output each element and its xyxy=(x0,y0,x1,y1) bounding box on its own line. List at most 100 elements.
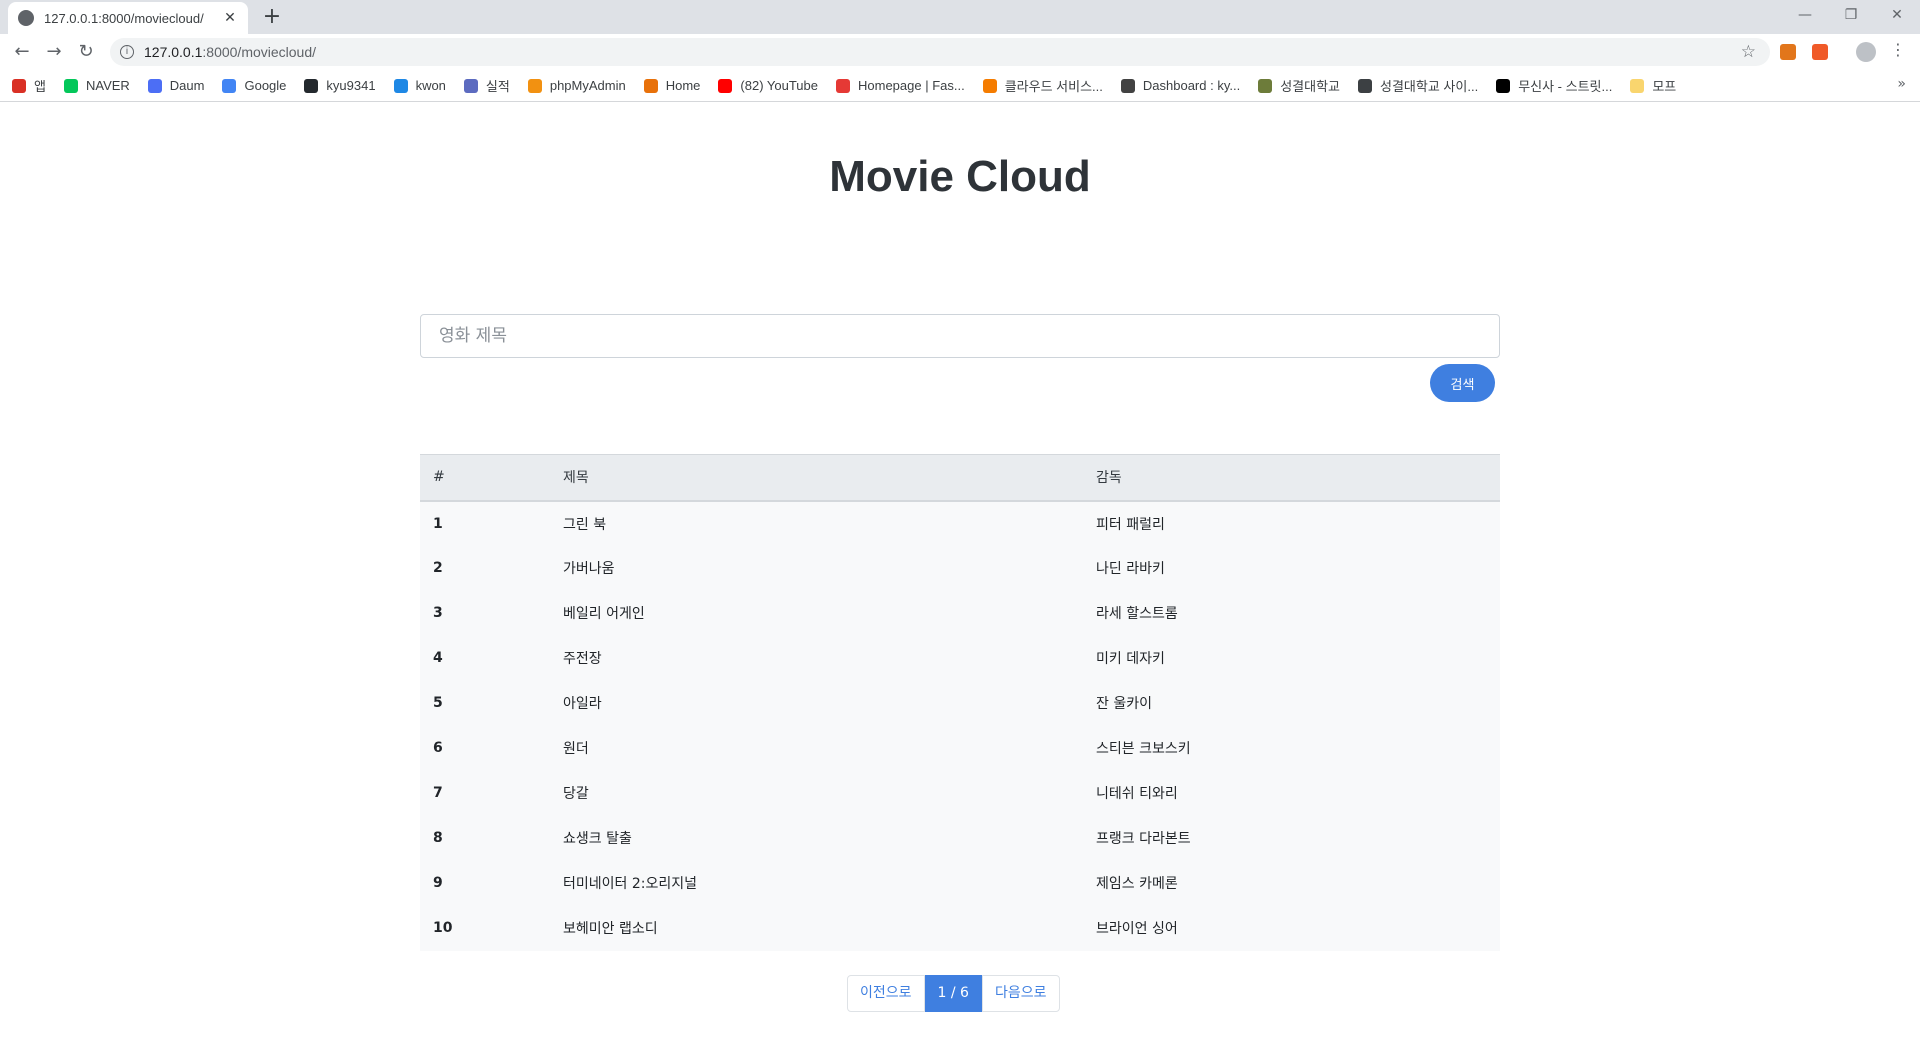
bookmark-label: 성결대학교 사이... xyxy=(1380,79,1479,94)
close-tab-icon[interactable]: ✕ xyxy=(222,10,238,26)
kwon-icon xyxy=(393,78,408,93)
bookmark-item[interactable]: Daum xyxy=(147,78,205,93)
restore-window-button[interactable]: ❐ xyxy=(1828,0,1874,30)
cell-movie-title: 베일리 어게인 xyxy=(563,606,645,622)
pagination: 이전으로 1 / 6 다음으로 xyxy=(847,975,1060,1012)
university-emblem-icon xyxy=(1258,78,1273,93)
youtube-icon xyxy=(718,78,733,93)
table-row[interactable]: 8 쇼생크 탈출 프랭크 다라본트 xyxy=(420,815,1500,861)
bookmark-item[interactable]: 무신사 - 스트릿... xyxy=(1496,76,1612,95)
cell-director: 니테쉬 티와리 xyxy=(1096,786,1178,802)
bookmark-label: 앱 xyxy=(34,79,46,94)
table-row[interactable]: 2 가버나움 나딘 라바키 xyxy=(420,545,1500,591)
cell-number: 1 xyxy=(433,515,443,532)
bookmark-label: 무신사 - 스트릿... xyxy=(1518,79,1613,94)
cell-movie-title: 보헤미안 랩소디 xyxy=(563,921,658,937)
bookmark-label: kyu9341 xyxy=(326,78,376,93)
metamask-extension-icon[interactable] xyxy=(1780,44,1796,60)
cell-director: 피터 패럴리 xyxy=(1096,516,1165,533)
browser-tab[interactable]: 127.0.0.1:8000/moviecloud/ ✕ xyxy=(8,2,248,34)
reload-icon[interactable]: ↻ xyxy=(72,38,100,66)
table-row[interactable]: 1 그린 북 피터 패럴리 xyxy=(420,500,1500,546)
bookmark-item[interactable]: Home xyxy=(643,78,701,93)
header-number: # xyxy=(433,469,445,486)
bookmark-item[interactable]: kyu9341 xyxy=(304,78,376,93)
cell-director: 미키 데자키 xyxy=(1096,651,1165,667)
close-window-button[interactable]: ✕ xyxy=(1874,0,1920,30)
bookmark-item[interactable]: phpMyAdmin xyxy=(527,78,626,93)
naver-icon xyxy=(63,78,78,93)
search-button[interactable]: 검색 xyxy=(1430,364,1495,402)
cell-director: 나딘 라바키 xyxy=(1096,561,1165,577)
folder-icon xyxy=(1630,78,1645,93)
browser-menu-icon[interactable]: ⋮ xyxy=(1890,40,1906,59)
bookmark-label: kwon xyxy=(415,78,446,93)
cell-number: 2 xyxy=(433,560,443,576)
previous-page-button[interactable]: 이전으로 xyxy=(847,975,925,1012)
table-row[interactable]: 3 베일리 어게인 라세 할스트롬 xyxy=(420,590,1500,636)
cell-director: 라세 할스트롬 xyxy=(1096,606,1178,622)
extension-icon[interactable] xyxy=(1812,44,1828,60)
cloud-box-icon xyxy=(982,78,997,93)
fastcampus-icon xyxy=(836,78,850,93)
record-icon xyxy=(463,78,478,93)
url-text[interactable]: 127.0.0.1:8000/moviecloud/ xyxy=(144,44,316,60)
bookmark-item[interactable]: 클라우드 서비스... xyxy=(982,76,1103,95)
github-icon xyxy=(304,78,319,93)
cell-number: 6 xyxy=(433,740,443,756)
bookmarks-bar: 앱 NAVER Daum Google kyu9341 kwon 실적 phpMyAdmin H… xyxy=(0,70,1920,102)
address-bar[interactable]: i 127.0.0.1:8000/moviecloud/ ☆ xyxy=(110,38,1770,66)
cell-director: 잔 울카이 xyxy=(1096,696,1152,712)
page-content: Movie Cloud 검색 # 제목 감독 1 그린 북 피터 패럴리 2 가버나움 나… xyxy=(0,102,1920,1040)
cell-movie-title: 쇼생크 탈출 xyxy=(563,831,632,847)
bookmark-label: 실적 xyxy=(485,79,510,94)
cell-number: 8 xyxy=(433,830,443,846)
table-row[interactable]: 9 터미네이터 2:오리지널 제임스 카메론 xyxy=(420,860,1500,906)
globe-icon xyxy=(1358,78,1373,93)
cell-director: 스티븐 크보스키 xyxy=(1096,741,1191,757)
bookmark-item[interactable]: Google xyxy=(222,78,286,93)
dashboard-icon xyxy=(1120,78,1135,93)
musinsa-icon xyxy=(1496,78,1511,93)
forward-arrow-icon[interactable]: → xyxy=(40,38,68,66)
new-tab-button[interactable]: + xyxy=(258,4,286,32)
table-row[interactable]: 5 아일라 잔 울카이 xyxy=(420,680,1500,726)
table-row[interactable]: 7 당갈 니테쉬 티와리 xyxy=(420,770,1500,816)
table-row[interactable]: 10 보헤미안 랩소디 브라이언 싱어 xyxy=(420,905,1500,951)
bookmark-item[interactable]: Homepage | Fas... xyxy=(836,78,965,93)
profile-avatar-icon[interactable] xyxy=(1856,42,1876,62)
bookmarks-overflow-icon[interactable]: » xyxy=(1897,76,1906,92)
minimize-window-button[interactable]: — xyxy=(1782,0,1828,30)
bookmark-item[interactable]: kwon xyxy=(393,78,446,93)
bookmark-label: Home xyxy=(665,78,701,93)
bookmark-item[interactable]: 모프 xyxy=(1630,76,1676,95)
bookmark-item[interactable]: 앱 xyxy=(12,76,46,95)
table-row[interactable]: 4 주전장 미키 데자키 xyxy=(420,635,1500,681)
google-icon xyxy=(222,78,237,93)
cell-movie-title: 가버나움 xyxy=(563,561,615,577)
bookmark-item[interactable]: 성결대학교 xyxy=(1258,76,1340,95)
bookmark-item[interactable]: NAVER xyxy=(63,78,130,93)
browser-toolbar: ← → ↻ i 127.0.0.1:8000/moviecloud/ ☆ ⋮ xyxy=(0,34,1920,70)
bookmark-item[interactable]: 성결대학교 사이... xyxy=(1358,76,1478,95)
movie-title-search-input[interactable] xyxy=(420,314,1500,358)
bookmark-star-icon[interactable]: ☆ xyxy=(1741,42,1756,62)
url-path: :8000/moviecloud/ xyxy=(202,44,317,60)
back-arrow-icon[interactable]: ← xyxy=(8,38,36,66)
bookmark-item[interactable]: Dashboard : ky... xyxy=(1120,78,1240,93)
bookmark-label: Daum xyxy=(169,78,205,93)
next-page-button[interactable]: 다음으로 xyxy=(981,975,1060,1012)
cell-director: 브라이언 싱어 xyxy=(1096,921,1178,937)
cell-number: 4 xyxy=(433,650,443,666)
header-title: 제목 xyxy=(563,470,589,487)
bookmark-label: phpMyAdmin xyxy=(549,78,626,93)
cell-number: 9 xyxy=(433,875,443,891)
site-info-icon[interactable]: i xyxy=(120,45,134,59)
cell-movie-title: 아일라 xyxy=(563,696,602,712)
bookmark-item[interactable]: 실적 xyxy=(463,76,510,95)
bookmark-item[interactable]: (82) YouTube xyxy=(718,78,818,93)
cell-number: 3 xyxy=(433,605,443,621)
table-header-row: # 제목 감독 xyxy=(420,454,1500,501)
table-row[interactable]: 6 원더 스티븐 크보스키 xyxy=(420,725,1500,771)
cell-movie-title: 터미네이터 2:오리지널 xyxy=(563,876,697,892)
